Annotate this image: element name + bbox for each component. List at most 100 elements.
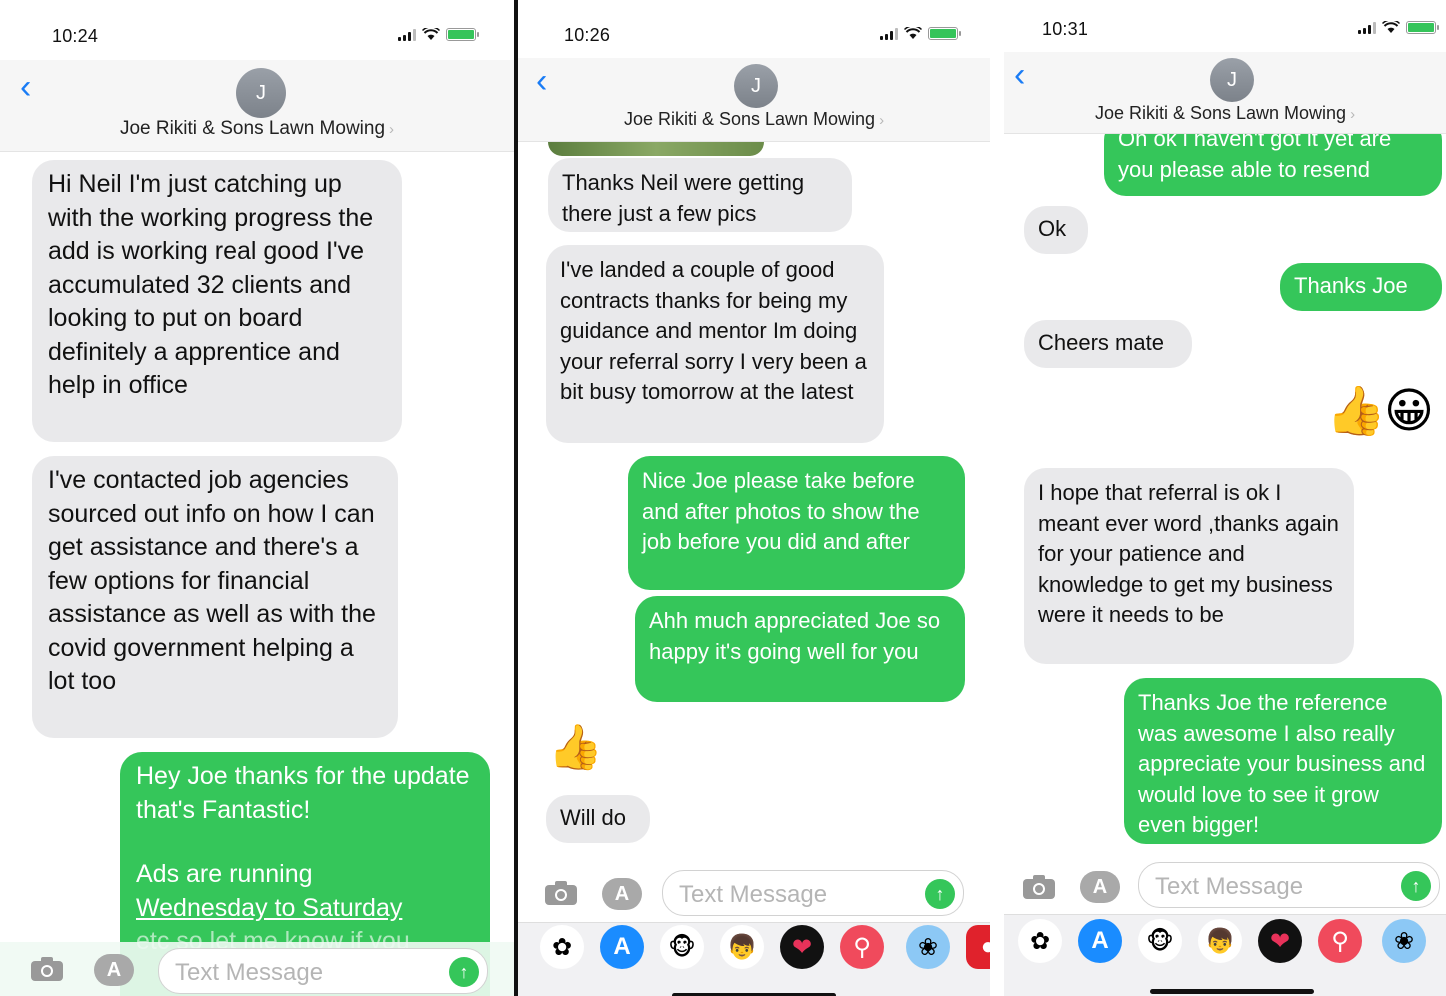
- chevron-right-icon: ›: [1350, 106, 1356, 123]
- wifi-icon: [422, 28, 440, 41]
- sticker-app-icon[interactable]: ❀: [906, 925, 950, 969]
- message-text: I hope that referral is ok I meant ever …: [1038, 480, 1339, 627]
- chevron-left-icon[interactable]: ‹: [536, 64, 547, 98]
- message-input-placeholder: Text Message: [175, 959, 324, 986]
- message-text: Will do: [560, 805, 627, 830]
- panel-divider: [990, 0, 1004, 996]
- message-bubble[interactable]: Thanks Neil were getting there just a fe…: [548, 158, 852, 232]
- wifi-icon: [1382, 21, 1400, 34]
- message-text: I've contacted job agencies sourced out …: [48, 466, 376, 695]
- memoji-kids-icon[interactable]: 👦: [720, 925, 764, 969]
- status-icons: [1358, 21, 1439, 34]
- avatar[interactable]: J: [236, 68, 286, 118]
- avatar[interactable]: J: [1210, 58, 1254, 102]
- conversation-panel-1: 10:24 ‹ J Joe Rikiti & Sons Lawn Mowing ›…: [0, 0, 514, 996]
- photos-app-icon[interactable]: ✿: [1018, 919, 1062, 963]
- partial-app-icon[interactable]: ●: [966, 925, 990, 969]
- chevron-right-icon: ›: [879, 112, 885, 129]
- message-bubble[interactable]: Hi Neil I'm just catching up with the wo…: [32, 160, 402, 442]
- message-input[interactable]: Text Message ↑: [158, 948, 488, 994]
- message-text: Cheers mate: [1038, 330, 1164, 355]
- thumbs-up-emoji: 👍: [548, 723, 603, 772]
- chevron-left-icon[interactable]: ‹: [20, 70, 31, 104]
- digital-touch-icon[interactable]: ❤: [1258, 919, 1302, 963]
- compose-bar: A Text Message ↑: [1004, 856, 1446, 914]
- app-store-icon[interactable]: A: [1078, 919, 1122, 963]
- conversation-panel-2: 10:26 ‹ J Joe Rikiti & Sons Lawn Mowing ›…: [518, 0, 990, 996]
- camera-icon[interactable]: [1022, 874, 1056, 900]
- avatar[interactable]: J: [734, 64, 778, 108]
- search-images-icon[interactable]: ⚲: [1318, 919, 1362, 963]
- message-link[interactable]: Wednesday to Saturday: [136, 892, 474, 926]
- message-bubble[interactable]: Thanks Joe: [1280, 263, 1442, 311]
- app-store-icon[interactable]: A: [602, 878, 642, 910]
- conversation-header: ‹ J Joe Rikiti & Sons Lawn Mowing ›: [518, 58, 990, 142]
- chevron-left-icon[interactable]: ‹: [1014, 58, 1025, 92]
- contact-name[interactable]: Joe Rikiti & Sons Lawn Mowing ›: [1004, 103, 1446, 124]
- battery-icon: [1406, 21, 1439, 34]
- camera-icon[interactable]: [30, 956, 64, 982]
- contact-name-text: Joe Rikiti & Sons Lawn Mowing: [119, 118, 386, 139]
- status-time: 10:26: [564, 25, 611, 45]
- chevron-right-icon: ›: [389, 121, 395, 138]
- message-text: Ads are running: [136, 860, 313, 888]
- contact-name-text: Joe Rikiti & Sons Lawn Mowing: [623, 109, 876, 129]
- battery-icon: [928, 27, 961, 40]
- contact-name[interactable]: Joe Rikiti & Sons Lawn Mowing ›: [518, 109, 990, 130]
- conversation-header: ‹ J Joe Rikiti & Sons Lawn Mowing ›: [1004, 52, 1446, 134]
- memoji-kids-icon[interactable]: 👦: [1198, 919, 1242, 963]
- message-bubble[interactable]: Thanks Joe the reference was awesome I a…: [1124, 678, 1442, 844]
- photo-attachment[interactable]: [548, 142, 764, 156]
- app-store-icon[interactable]: A: [600, 925, 644, 969]
- grinning-face-emoji: 😀: [1384, 385, 1435, 438]
- message-bubble[interactable]: I hope that referral is ok I meant ever …: [1024, 468, 1354, 664]
- message-bubble[interactable]: I've landed a couple of good contracts t…: [546, 245, 884, 443]
- message-input[interactable]: Text Message ↑: [662, 870, 964, 916]
- digital-touch-icon[interactable]: ❤: [780, 925, 824, 969]
- memoji-monkey-icon[interactable]: 🐵: [1138, 919, 1182, 963]
- app-store-icon[interactable]: A: [1080, 871, 1120, 903]
- message-text: Oh ok i haven't got it yet are you pleas…: [1118, 126, 1392, 182]
- search-images-icon[interactable]: ⚲: [840, 925, 884, 969]
- message-text: Hi Neil I'm just catching up with the wo…: [48, 170, 374, 399]
- message-text: Thanks Neil were getting there just a fe…: [562, 170, 805, 226]
- message-text: Thanks Joe the reference was awesome I a…: [1138, 690, 1426, 837]
- wifi-icon: [904, 27, 922, 40]
- status-time: 10:24: [52, 26, 99, 46]
- conversation-panel-3: 10:31 ‹ J Joe Rikiti & Sons Lawn Mowing ›…: [1004, 0, 1446, 996]
- send-arrow-icon[interactable]: ↑: [1401, 871, 1431, 901]
- battery-icon: [446, 28, 479, 41]
- contact-name-text: Joe Rikiti & Sons Lawn Mowing: [1094, 103, 1347, 123]
- message-bubble[interactable]: Ok: [1024, 206, 1088, 254]
- memoji-monkey-icon[interactable]: 🐵: [660, 925, 704, 969]
- status-icons: [398, 28, 479, 41]
- sticker-app-icon[interactable]: ❀: [1382, 919, 1426, 963]
- message-text: Ok: [1038, 216, 1067, 241]
- app-store-icon[interactable]: A: [94, 954, 134, 986]
- signal-icon: [1358, 21, 1376, 34]
- message-bubble[interactable]: Nice Joe please take before and after ph…: [628, 456, 965, 590]
- message-bubble[interactable]: Will do: [546, 795, 650, 843]
- compose-bar: A Text Message ↑: [0, 942, 514, 996]
- message-input-placeholder: Text Message: [679, 881, 828, 908]
- status-icons: [880, 27, 961, 40]
- message-text: Ahh much appreciated Joe so happy it's g…: [649, 608, 941, 664]
- contact-name[interactable]: Joe Rikiti & Sons Lawn Mowing ›: [0, 118, 514, 140]
- photos-app-icon[interactable]: ✿: [540, 925, 584, 969]
- thumbs-up-emoji: 👍: [1326, 385, 1386, 438]
- app-drawer: ✿ A 🐵 👦 ❤ ⚲ ❀: [1004, 914, 1446, 996]
- message-input[interactable]: Text Message ↑: [1138, 862, 1440, 908]
- send-arrow-icon[interactable]: ↑: [925, 879, 955, 909]
- message-text: Thanks Joe: [1294, 273, 1408, 298]
- message-bubble[interactable]: Cheers mate: [1024, 320, 1192, 368]
- conversation-header: ‹ J Joe Rikiti & Sons Lawn Mowing ›: [0, 60, 514, 152]
- message-bubble[interactable]: Ahh much appreciated Joe so happy it's g…: [635, 596, 965, 702]
- message-bubble[interactable]: I've contacted job agencies sourced out …: [32, 456, 398, 738]
- send-arrow-icon[interactable]: ↑: [449, 957, 479, 987]
- message-input-placeholder: Text Message: [1155, 873, 1304, 900]
- camera-icon[interactable]: [544, 880, 578, 906]
- compose-bar: A Text Message ↑: [518, 862, 990, 922]
- app-drawer: ✿ A 🐵 👦 ❤ ⚲ ❀ ●: [518, 922, 990, 996]
- status-time: 10:31: [1042, 19, 1089, 39]
